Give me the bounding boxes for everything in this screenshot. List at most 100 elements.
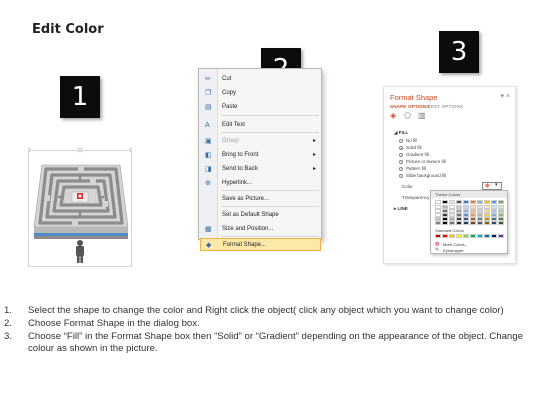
size-position-icon: ▦	[205, 226, 212, 233]
eyedropper-option[interactable]: Eyedropper	[443, 248, 464, 253]
hyperlink-icon: ⊕	[205, 180, 211, 187]
menu-item-paste[interactable]: ▤ Paste	[200, 101, 321, 114]
format-shape-icon: ◆	[206, 242, 212, 249]
instruction-item: 1. Select the shape to change the color a…	[4, 305, 544, 318]
instruction-list: 1. Select the shape to change the color a…	[4, 305, 544, 356]
theme-color-swatch[interactable]	[456, 200, 462, 204]
instruction-item: 3. Choose “Fill” in the Format Shape box …	[4, 331, 544, 357]
tab-text-options[interactable]: TEXT OPTIONS	[428, 104, 463, 109]
menu-separator	[221, 132, 319, 133]
size-properties-icon[interactable]: ▥	[418, 111, 426, 120]
standard-color-swatch[interactable]	[484, 234, 490, 238]
theme-color-swatch[interactable]	[491, 221, 497, 225]
radio-button[interactable]	[399, 153, 403, 157]
color-palette-popup: Theme Colors Standard Colors More Colors…	[430, 190, 508, 254]
fill-line-icon[interactable]: ◈	[390, 111, 396, 120]
standard-color-swatch[interactable]	[456, 234, 462, 238]
standard-color-swatch[interactable]	[498, 234, 504, 238]
menu-item-hyperlink[interactable]: ⊕ Hyperlink...	[200, 177, 321, 190]
standard-color-swatch[interactable]	[435, 234, 441, 238]
send-to-back-icon: ◨	[205, 166, 212, 173]
theme-color-swatch[interactable]	[449, 221, 455, 225]
theme-color-swatch[interactable]	[477, 221, 483, 225]
pane-title: Format Shape	[390, 93, 438, 102]
menu-item-edit-text[interactable]: A Edit Text	[200, 119, 321, 132]
instruction-number: 2.	[4, 317, 13, 329]
more-colors-option[interactable]: More Colors...	[443, 242, 468, 247]
radio-label: Solid fill	[406, 145, 422, 150]
menu-separator	[221, 236, 319, 237]
radio-button[interactable]	[399, 167, 403, 171]
radio-button[interactable]	[399, 146, 403, 150]
theme-color-swatch[interactable]	[449, 200, 455, 204]
menu-separator	[221, 190, 319, 191]
color-label: Color	[402, 184, 413, 189]
submenu-arrow-icon: ▸	[312, 152, 316, 158]
scissors-icon: ✂	[205, 76, 211, 83]
theme-color-swatch[interactable]	[498, 200, 504, 204]
menu-item-copy[interactable]: ❐ Copy	[200, 87, 321, 100]
standard-color-swatch[interactable]	[491, 234, 497, 238]
theme-colors-header: Theme Colors	[431, 191, 507, 198]
menu-item-bring-to-front[interactable]: ◧ Bring to Front ▸	[200, 149, 321, 162]
radio-label: No fill	[406, 138, 418, 143]
page-title: Edit Color	[32, 22, 104, 37]
chevron-down-icon: ▾	[495, 182, 498, 188]
theme-color-swatch[interactable]	[456, 221, 462, 225]
eyedropper-icon: ✎	[435, 247, 440, 253]
menu-item-label: Paste	[222, 104, 238, 110]
theme-color-swatch[interactable]	[484, 200, 490, 204]
theme-color-swatch[interactable]	[463, 200, 469, 204]
transparency-label: Transparency	[402, 195, 430, 200]
menu-item-label: Send to Back	[222, 166, 258, 172]
copy-icon: ❐	[205, 90, 212, 97]
group-icon: ▣	[205, 138, 212, 145]
standard-color-swatch[interactable]	[477, 234, 483, 238]
theme-color-swatch[interactable]	[470, 200, 476, 204]
step-3-box: 3	[439, 31, 479, 73]
menu-item-format-shape[interactable]: ◆ Format Shape...	[200, 238, 321, 251]
theme-color-swatch[interactable]	[435, 221, 441, 225]
tab-shape-options[interactable]: SHAPE OPTIONS	[390, 104, 430, 109]
instruction-item: 2. Choose Format Shape in the dialog box.	[4, 318, 544, 331]
line-section-header[interactable]: ▸ LINE	[394, 206, 408, 212]
radio-button[interactable]	[399, 174, 403, 178]
theme-color-swatch[interactable]	[435, 200, 441, 204]
menu-item-label: Edit Text	[222, 122, 245, 128]
color-picker-button[interactable]: ◆ ▾	[482, 182, 502, 190]
radio-button[interactable]	[399, 160, 403, 164]
menu-item-set-as-default-shape[interactable]: Set as Default Shape	[200, 209, 321, 222]
standard-color-swatch[interactable]	[442, 234, 448, 238]
menu-item-size-and-position[interactable]: ▦ Size and Position...	[200, 223, 321, 236]
menu-item-send-to-back[interactable]: ◨ Send to Back ▸	[200, 163, 321, 176]
menu-item-label: Hyperlink...	[222, 180, 253, 186]
bring-to-front-icon: ◧	[205, 152, 212, 159]
theme-color-swatch[interactable]	[477, 200, 483, 204]
close-icon[interactable]: ▾ ×	[500, 92, 510, 100]
radio-label: Picture or texture fill	[406, 159, 446, 164]
fill-section-header[interactable]: ◢ FILL	[394, 130, 408, 136]
instruction-number: 1.	[4, 305, 13, 316]
theme-color-swatch[interactable]	[442, 200, 448, 204]
menu-separator	[221, 115, 319, 116]
standard-color-swatch[interactable]	[463, 234, 469, 238]
theme-color-swatch[interactable]	[470, 221, 476, 225]
theme-color-swatch[interactable]	[463, 221, 469, 225]
eyedropper-label: Eyedropper	[443, 248, 464, 253]
theme-color-swatch[interactable]	[484, 221, 490, 225]
menu-item-group[interactable]: ▣ Group ▸	[200, 135, 321, 148]
radio-button[interactable]	[399, 139, 403, 143]
line-section-label: LINE	[397, 206, 408, 211]
menu-item-cut[interactable]: ✂ Cut	[200, 73, 321, 86]
menu-item-label: Format Shape...	[223, 242, 267, 248]
maze-shape[interactable]	[25, 147, 135, 267]
submenu-arrow-icon: ▸	[312, 166, 316, 172]
standard-color-swatch[interactable]	[449, 234, 455, 238]
theme-color-swatch[interactable]	[491, 200, 497, 204]
standard-color-swatch[interactable]	[470, 234, 476, 238]
effects-icon[interactable]: ⬠	[404, 111, 411, 120]
edit-text-icon: A	[205, 122, 210, 129]
theme-color-swatch[interactable]	[442, 221, 448, 225]
theme-color-swatch[interactable]	[498, 221, 504, 225]
menu-item-save-as-picture[interactable]: Save as Picture...	[200, 193, 321, 206]
